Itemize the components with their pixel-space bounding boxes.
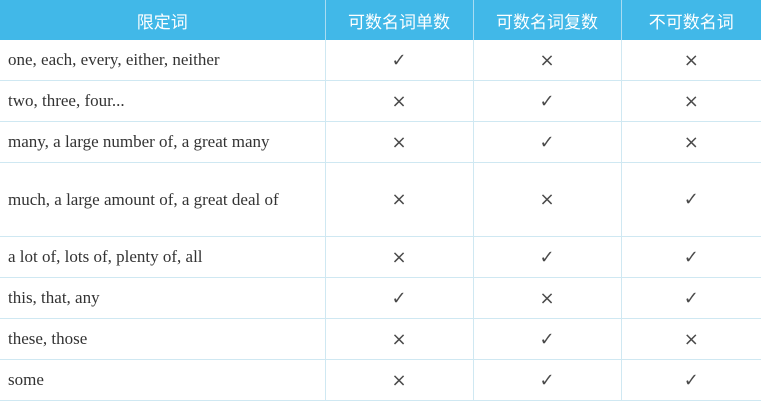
determiner-label: these, those — [0, 318, 326, 360]
countable-singular-mark: × — [324, 162, 474, 237]
uncountable-mark: × — [620, 121, 761, 163]
countable-plural-mark: ✓ — [472, 121, 622, 163]
countable-plural-mark: ✓ — [472, 236, 622, 278]
table-row: many, a large number of, a great many × … — [0, 121, 761, 163]
determiner-label: a lot of, lots of, plenty of, all — [0, 236, 326, 278]
table-row: this, that, any ✓ × ✓ — [0, 277, 761, 319]
countable-singular-mark: ✓ — [324, 277, 474, 319]
countable-plural-mark: × — [472, 40, 622, 81]
countable-plural-mark: ✓ — [472, 80, 622, 122]
determiner-label: much, a large amount of, a great deal of — [0, 162, 326, 237]
countable-singular-mark: × — [324, 236, 474, 278]
determiner-label: this, that, any — [0, 277, 326, 319]
table-row: two, three, four... × ✓ × — [0, 80, 761, 122]
countable-singular-mark: ✓ — [324, 40, 474, 81]
countable-plural-mark: ✓ — [472, 318, 622, 360]
table-row: a lot of, lots of, plenty of, all × ✓ ✓ — [0, 236, 761, 278]
uncountable-mark: × — [620, 318, 761, 360]
countable-singular-mark: × — [324, 121, 474, 163]
table-header: 限定词 可数名词单数 可数名词复数 不可数名词 — [0, 0, 761, 40]
countable-plural-mark: × — [472, 277, 622, 319]
determiner-label: many, a large number of, a great many — [0, 121, 326, 163]
determiner-label: some — [0, 359, 326, 401]
header-uncountable: 不可数名词 — [621, 0, 761, 40]
header-countable-plural: 可数名词复数 — [473, 0, 622, 40]
header-determiner: 限定词 — [0, 0, 326, 40]
table-body: one, each, every, either, neither ✓ × × … — [0, 40, 761, 401]
header-row: 限定词 可数名词单数 可数名词复数 不可数名词 — [0, 0, 761, 40]
determiner-label: one, each, every, either, neither — [0, 40, 326, 81]
uncountable-mark: ✓ — [620, 277, 761, 319]
table-row: much, a large amount of, a great deal of… — [0, 162, 761, 237]
countable-singular-mark: × — [324, 359, 474, 401]
uncountable-mark: ✓ — [620, 236, 761, 278]
uncountable-mark: ✓ — [620, 162, 761, 237]
table-row: one, each, every, either, neither ✓ × × — [0, 40, 761, 81]
determiner-table: 限定词 可数名词单数 可数名词复数 不可数名词 one, each, every… — [0, 0, 761, 401]
uncountable-mark: × — [620, 40, 761, 81]
table-row: these, those × ✓ × — [0, 318, 761, 360]
determiner-label: two, three, four... — [0, 80, 326, 122]
countable-singular-mark: × — [324, 80, 474, 122]
uncountable-mark: × — [620, 80, 761, 122]
countable-plural-mark: × — [472, 162, 622, 237]
header-countable-singular: 可数名词单数 — [325, 0, 474, 40]
table-row: some × ✓ ✓ — [0, 359, 761, 401]
countable-plural-mark: ✓ — [472, 359, 622, 401]
countable-singular-mark: × — [324, 318, 474, 360]
uncountable-mark: ✓ — [620, 359, 761, 401]
